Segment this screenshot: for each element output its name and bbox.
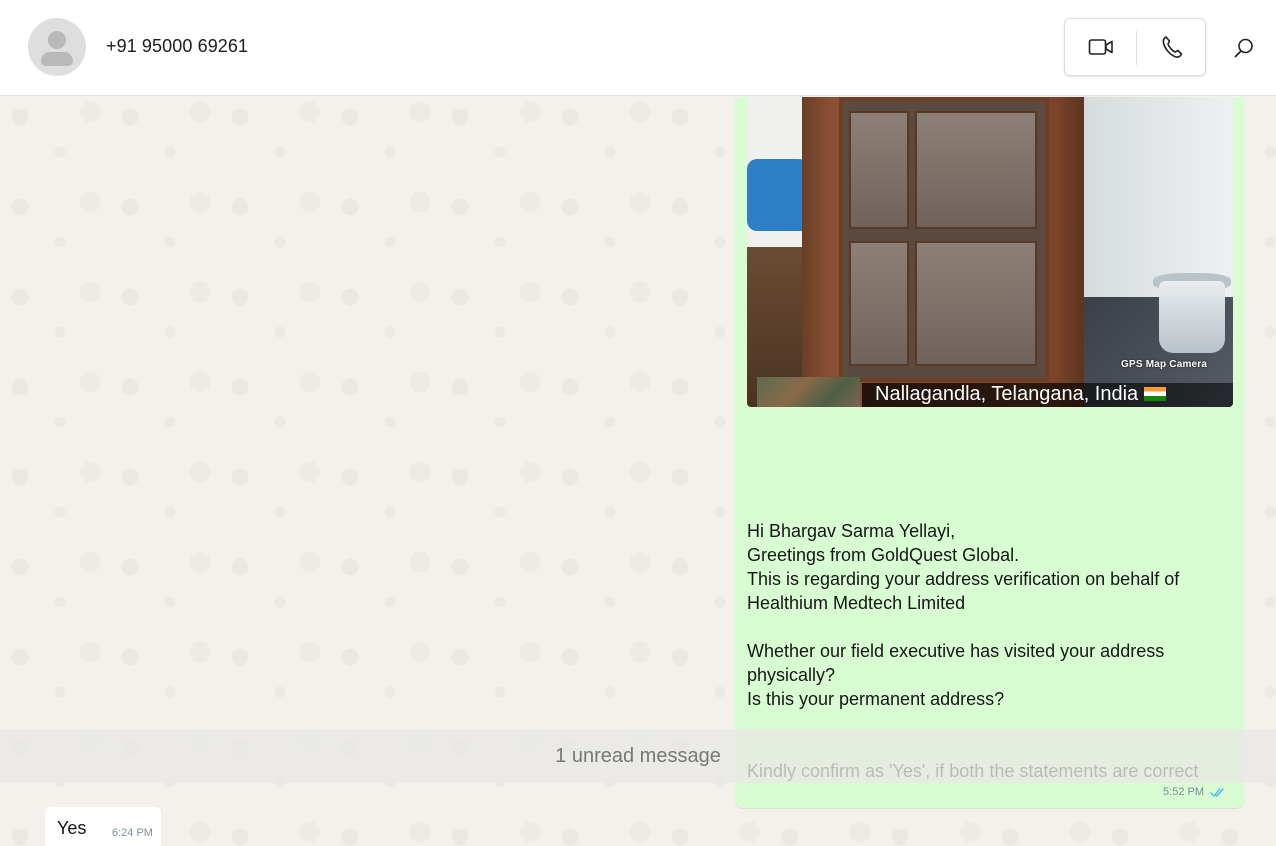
incoming-message-text: Yes [57,818,87,838]
message-line: Hi Bhargav Sarma Yellayi, [747,521,956,541]
outgoing-message-bubble[interactable]: GPS Map Camera Nallagandla, Telangana, I… [735,97,1244,808]
message-line: This is regarding your address verificat… [747,569,1180,589]
video-call-button[interactable] [1065,19,1136,75]
read-ticks-icon [1210,787,1224,797]
message-line: Greetings from GoldQuest Global. [747,545,1020,565]
message-line: physically? [747,665,836,685]
phone-icon [1162,36,1182,58]
unread-label: 1 unread message [555,744,721,767]
message-time: 5:52 PM [1163,786,1204,798]
incoming-message-bubble[interactable]: Yes 6:24 PM [45,807,161,846]
message-line: Healthium Medtech Limited [747,593,966,613]
chat-area[interactable]: GPS Map Camera Nallagandla, Telangana, I… [0,97,1276,846]
photo-door [839,97,1049,382]
message-line [747,615,1237,639]
call-button-group [1064,18,1206,76]
search-button[interactable] [1226,30,1262,66]
contact-avatar[interactable] [28,18,86,76]
video-camera-icon [1088,39,1113,55]
avatar-head-shape [48,31,66,49]
message-line: Is this your permanent address? [747,689,1005,709]
avatar-body-shape [41,52,73,66]
india-flag-icon [1144,387,1167,401]
message-meta: 5:52 PM [1163,786,1228,798]
incoming-message-time: 6:24 PM [112,827,153,839]
contact-name[interactable]: +91 95000 69261 [106,36,248,57]
unread-divider: 1 unread message [0,729,1276,783]
gps-watermark: GPS Map Camera [1121,359,1208,370]
voice-call-button[interactable] [1137,19,1206,75]
chat-header: +91 95000 69261 [0,0,1276,96]
message-line: Whether our field executive has visited … [747,641,1165,661]
message-photo[interactable]: GPS Map Camera Nallagandla, Telangana, I… [747,97,1233,407]
map-thumbnail [757,377,860,407]
search-icon [1234,38,1253,58]
photo-location-label: Nallagandla, Telangana, India [875,383,1167,406]
